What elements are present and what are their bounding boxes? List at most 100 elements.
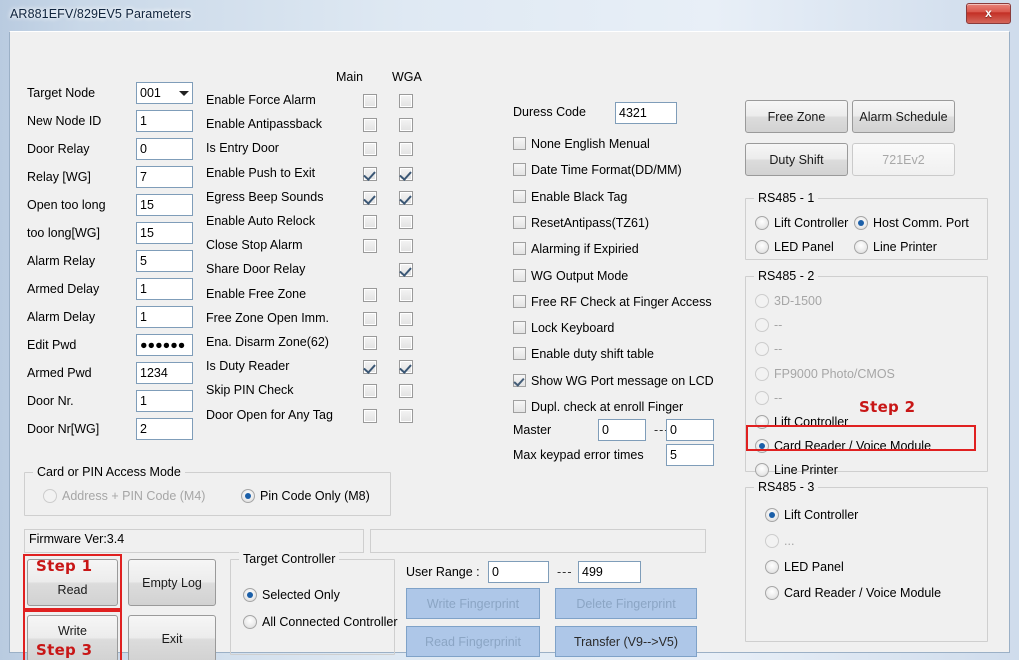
read-button-label: Read bbox=[57, 582, 88, 597]
field-input-5[interactable]: 15 bbox=[136, 222, 193, 244]
rs485-1-opts-radio-2[interactable]: LED Panel bbox=[755, 240, 834, 254]
radio-label: Line Printer bbox=[774, 463, 838, 478]
checkbox-main-5[interactable] bbox=[363, 215, 377, 229]
master-to-input[interactable]: 0 bbox=[666, 419, 714, 441]
delete-fingerprint-button[interactable]: Delete Fingerprint bbox=[555, 588, 697, 619]
radio-pin-code-only-m8[interactable]: Pin Code Only (M8) bbox=[241, 489, 370, 503]
checkbox-main-0[interactable] bbox=[363, 94, 377, 108]
field-input-3[interactable]: 7 bbox=[136, 166, 193, 188]
transfer-v9-v5-button[interactable]: Transfer (V9-->V5) bbox=[555, 626, 697, 657]
duty-shift-button[interactable]: Duty Shift bbox=[745, 143, 848, 176]
rs485-1-opts-radio-3[interactable]: Line Printer bbox=[854, 240, 937, 254]
master-from-input[interactable]: 0 bbox=[598, 419, 646, 441]
middle-checkbox-3[interactable]: ResetAntipass(TZ61) bbox=[513, 215, 649, 230]
radio-selected-only[interactable]: Selected Only bbox=[243, 588, 340, 602]
checkbox-wga-8[interactable] bbox=[399, 287, 413, 302]
checkbox-wga-6[interactable] bbox=[399, 239, 413, 254]
radio-label: Card Reader / Voice Module bbox=[774, 439, 932, 454]
field-input-10[interactable]: 1234 bbox=[136, 362, 193, 384]
empty-log-button[interactable]: Empty Log bbox=[128, 559, 216, 606]
checkbox-icon bbox=[513, 137, 526, 150]
checkbox-wga-7[interactable] bbox=[399, 263, 413, 278]
alarm-schedule-button[interactable]: Alarm Schedule bbox=[852, 100, 955, 133]
middle-checkbox-8[interactable]: Enable duty shift table bbox=[513, 347, 654, 361]
radio-address-pin-m4[interactable]: Address + PIN Code (M4) bbox=[43, 489, 205, 503]
rs485-2-opts-radio-5[interactable]: Lift Controller bbox=[755, 415, 848, 429]
middle-checkbox-6[interactable]: Free RF Check at Finger Access bbox=[513, 294, 712, 309]
option-label-13: Door Open for Any Tag bbox=[206, 407, 333, 422]
middle-checkbox-9[interactable]: Show WG Port message on LCD bbox=[513, 373, 714, 388]
field-label-6: Alarm Relay bbox=[27, 254, 96, 268]
middle-checkbox-5[interactable]: WG Output Mode bbox=[513, 268, 628, 283]
checkbox-wga-5[interactable] bbox=[399, 215, 413, 229]
middle-checkbox-10[interactable]: Dupl. check at enroll Finger bbox=[513, 400, 683, 414]
checkbox-main-6[interactable] bbox=[363, 239, 377, 254]
rs485-1-opts-radio-0[interactable]: Lift Controller bbox=[755, 216, 848, 230]
radio-all-connected-controller[interactable]: All Connected Controller bbox=[243, 615, 398, 629]
field-input-11[interactable]: 1 bbox=[136, 390, 193, 412]
checkbox-main-13[interactable] bbox=[363, 408, 377, 423]
exit-button[interactable]: Exit bbox=[128, 615, 216, 660]
checkbox-wga-9[interactable] bbox=[399, 311, 413, 326]
rs485-3-opts-radio-0[interactable]: Lift Controller bbox=[765, 508, 858, 522]
checkbox-wga-3[interactable] bbox=[399, 166, 413, 181]
chevron-down-icon[interactable] bbox=[179, 91, 189, 96]
target-controller-title: Target Controller bbox=[239, 552, 340, 566]
checkbox-wga-2[interactable] bbox=[399, 142, 413, 157]
checkbox-main-3[interactable] bbox=[363, 166, 377, 181]
middle-checkbox-4[interactable]: Alarming if Expiried bbox=[513, 242, 639, 256]
read-fingerprint-button[interactable]: Read Fingerprinit bbox=[406, 626, 540, 657]
721ev2-button[interactable]: 721Ev2 bbox=[852, 143, 955, 176]
checkbox-wga-11[interactable] bbox=[399, 360, 413, 375]
checkbox-main-2[interactable] bbox=[363, 142, 377, 157]
rs485-3-opts-radio-3[interactable]: Card Reader / Voice Module bbox=[765, 586, 941, 600]
checkbox-wga-12[interactable] bbox=[399, 384, 413, 399]
field-input-6[interactable]: 5 bbox=[136, 250, 193, 272]
free-zone-button[interactable]: Free Zone bbox=[745, 100, 848, 133]
radio-label: LED Panel bbox=[784, 560, 844, 574]
rs485-3-opts-radio-2[interactable]: LED Panel bbox=[765, 560, 844, 574]
field-input-9[interactable]: ●●●●●● bbox=[136, 334, 193, 356]
radio-dot-icon bbox=[755, 294, 769, 308]
checkbox-wga-1[interactable] bbox=[399, 118, 413, 133]
application-window: AR881EFV/829EV5 Parameters x Target Node… bbox=[0, 0, 1019, 660]
duress-code-input[interactable]: 4321 bbox=[615, 102, 677, 124]
write-fingerprint-button[interactable]: Write Fingerprint bbox=[406, 588, 540, 619]
checkbox-wga-0[interactable] bbox=[399, 94, 413, 108]
rs485-2-opts-radio-6[interactable]: Card Reader / Voice Module bbox=[755, 439, 932, 454]
field-input-2[interactable]: 0 bbox=[136, 138, 193, 160]
middle-checkbox-1[interactable]: Date Time Format(DD/MM) bbox=[513, 163, 682, 177]
field-label-7: Armed Delay bbox=[27, 282, 100, 296]
checkbox-wga-4[interactable] bbox=[399, 190, 413, 205]
target-node-combo[interactable]: 001 bbox=[136, 82, 193, 104]
middle-checkbox-2[interactable]: Enable Black Tag bbox=[513, 189, 627, 204]
checkbox-main-8[interactable] bbox=[363, 287, 377, 302]
checkbox-main-10[interactable] bbox=[363, 336, 377, 350]
rs485-1-opts-radio-1[interactable]: Host Comm. Port bbox=[854, 216, 969, 230]
field-input-1[interactable]: 1 bbox=[136, 110, 193, 132]
middle-checkbox-0[interactable]: None English Menual bbox=[513, 137, 650, 151]
checkbox-main-4[interactable] bbox=[363, 190, 377, 205]
checkbox-main-1[interactable] bbox=[363, 118, 377, 133]
max-keypad-error-input[interactable]: 5 bbox=[666, 444, 714, 466]
checkbox-main-9[interactable] bbox=[363, 311, 377, 326]
option-label-4: Egress Beep Sounds bbox=[206, 189, 324, 204]
checkbox-wga-10[interactable] bbox=[399, 336, 413, 350]
user-range-to-input[interactable]: 499 bbox=[578, 561, 641, 583]
close-icon[interactable]: x bbox=[966, 3, 1011, 24]
checkbox-wga-13[interactable] bbox=[399, 408, 413, 423]
checkbox-main-11[interactable] bbox=[363, 360, 377, 375]
field-input-4[interactable]: 15 bbox=[136, 194, 193, 216]
field-label-11: Door Nr. bbox=[27, 394, 74, 408]
field-input-12[interactable]: 2 bbox=[136, 418, 193, 440]
field-input-8[interactable]: 1 bbox=[136, 306, 193, 328]
checkbox-main-12[interactable] bbox=[363, 384, 377, 399]
option-label-9: Free Zone Open Imm. bbox=[206, 310, 329, 325]
rs485-2-opts-radio-7[interactable]: Line Printer bbox=[755, 463, 838, 478]
middle-checkbox-7[interactable]: Lock Keyboard bbox=[513, 321, 614, 335]
checkbox-icon bbox=[513, 268, 526, 282]
user-range-from-input[interactable]: 0 bbox=[488, 561, 549, 583]
option-label-10: Ena. Disarm Zone(62) bbox=[206, 335, 329, 349]
field-input-7[interactable]: 1 bbox=[136, 278, 193, 300]
radio-label: ... bbox=[784, 534, 795, 548]
